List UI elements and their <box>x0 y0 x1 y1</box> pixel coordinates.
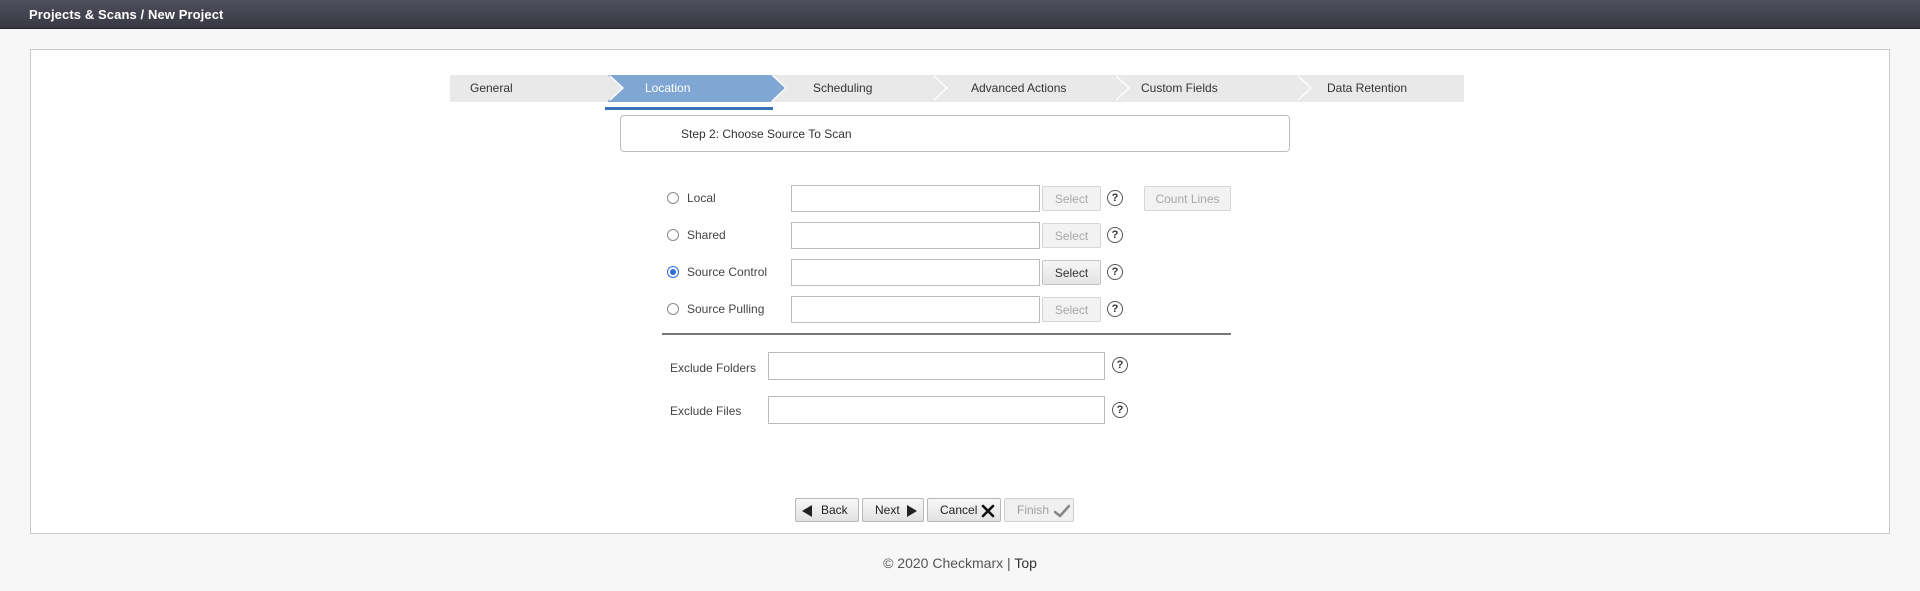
next-label: Next <box>875 503 900 517</box>
divider <box>662 333 1231 335</box>
step-label: Location <box>645 81 691 95</box>
top-bar: Projects & Scans / New Project <box>0 0 1920 29</box>
step-title-box: Step 2: Choose Source To Scan <box>620 115 1290 152</box>
step-general[interactable]: General <box>450 75 624 102</box>
local-select-button[interactable]: Select <box>1042 186 1101 211</box>
back-button[interactable]: Back <box>795 498 859 522</box>
step-location[interactable]: Location <box>608 75 787 102</box>
finish-button[interactable]: Finish <box>1004 498 1074 522</box>
help-icon[interactable]: ? <box>1112 357 1128 373</box>
cancel-label: Cancel <box>940 503 978 517</box>
help-icon[interactable]: ? <box>1107 190 1123 206</box>
footer: © 2020 Checkmarx | Top <box>0 555 1920 571</box>
exclude-files-label: Exclude Files <box>670 404 742 418</box>
shared-select-button[interactable]: Select <box>1042 223 1101 248</box>
exclude-folders-input[interactable] <box>768 352 1105 380</box>
local-path-input[interactable] <box>791 185 1040 212</box>
source-pulling-input[interactable] <box>791 296 1040 323</box>
step-label: General <box>470 81 513 95</box>
source-label: Local <box>687 191 716 205</box>
copyright: © 2020 Checkmarx <box>883 555 1004 571</box>
active-step-underline <box>605 107 773 110</box>
next-button[interactable]: Next <box>862 498 924 522</box>
wizard-steps: General Location Scheduling Advanced Act… <box>450 75 1464 102</box>
step-advanced-actions[interactable]: Advanced Actions <box>932 75 1130 102</box>
source-label: Source Pulling <box>687 302 765 316</box>
step-title: Step 2: Choose Source To Scan <box>681 127 852 141</box>
checkmark-icon <box>1054 504 1070 518</box>
step-label: Advanced Actions <box>971 81 1067 95</box>
source-control-select-button[interactable]: Select <box>1042 260 1101 285</box>
help-icon[interactable]: ? <box>1107 227 1123 243</box>
help-icon[interactable]: ? <box>1107 264 1123 280</box>
source-label: Shared <box>687 228 726 242</box>
finish-label: Finish <box>1017 503 1050 517</box>
help-icon[interactable]: ? <box>1107 301 1123 317</box>
cancel-button[interactable]: Cancel <box>927 498 1001 522</box>
source-pulling-select-button[interactable]: Select <box>1042 297 1101 322</box>
step-label: Data Retention <box>1327 81 1408 95</box>
arrow-right-icon <box>907 505 917 517</box>
radio-source-pulling[interactable] <box>667 303 679 315</box>
radio-shared[interactable] <box>667 229 679 241</box>
step-label: Scheduling <box>813 81 873 95</box>
shared-path-input[interactable] <box>791 222 1040 249</box>
step-custom-fields[interactable]: Custom Fields <box>1114 75 1312 102</box>
footer-separator: | <box>1007 555 1011 571</box>
radio-local[interactable] <box>667 192 679 204</box>
exclude-files-input[interactable] <box>768 396 1105 424</box>
count-lines-button[interactable]: Count Lines <box>1144 186 1231 211</box>
step-data-retention[interactable]: Data Retention <box>1296 75 1464 102</box>
exclude-folders-label: Exclude Folders <box>670 361 757 375</box>
breadcrumb: Projects & Scans / New Project <box>29 7 224 22</box>
close-icon <box>981 504 995 518</box>
help-icon[interactable]: ? <box>1112 402 1128 418</box>
radio-source-control[interactable] <box>667 266 679 278</box>
step-label: Custom Fields <box>1141 81 1218 95</box>
top-link[interactable]: Top <box>1014 555 1037 571</box>
step-scheduling[interactable]: Scheduling <box>771 75 948 102</box>
arrow-left-icon <box>802 505 812 517</box>
source-label: Source Control <box>687 265 768 279</box>
back-label: Back <box>821 503 848 517</box>
source-control-input[interactable] <box>791 259 1040 286</box>
